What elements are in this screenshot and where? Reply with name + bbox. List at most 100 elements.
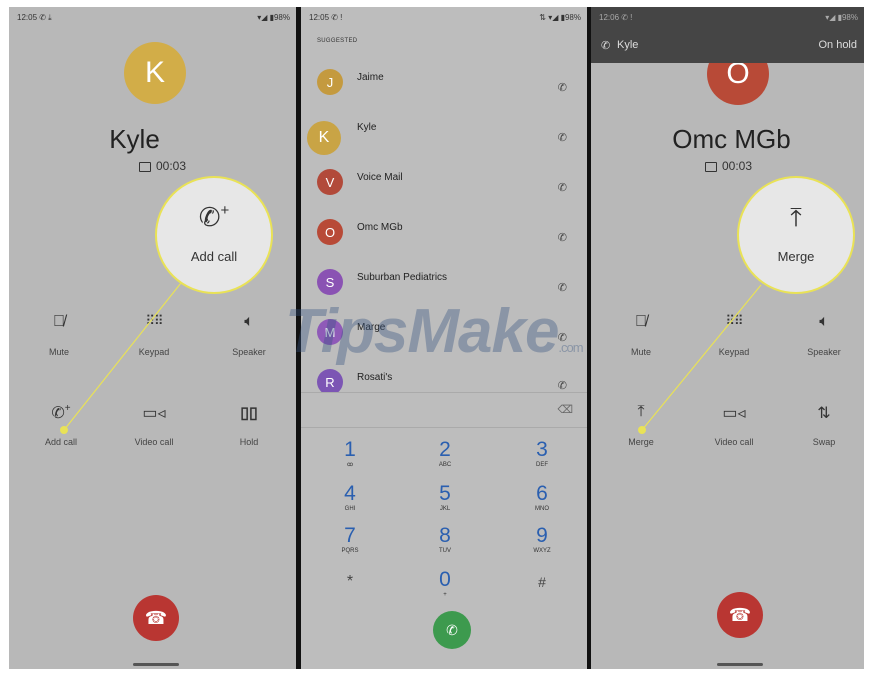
video-call-button[interactable]: ▭◃ Video call bbox=[109, 403, 199, 447]
avatar: V bbox=[317, 169, 343, 195]
video-call-label: Video call bbox=[714, 437, 754, 447]
status-indicators: ▾◢ ▮98% bbox=[825, 13, 858, 22]
avatar-letter: O bbox=[324, 224, 336, 240]
key-hash[interactable]: # bbox=[512, 571, 572, 593]
status-indicators: ▾◢ ▮98% bbox=[257, 13, 290, 22]
swap-button[interactable]: ⇅ Swap bbox=[779, 403, 864, 447]
mute-icon: 🎙̸ bbox=[53, 313, 65, 330]
avatar-letter: V bbox=[325, 174, 335, 190]
caller-name: Kyle bbox=[109, 124, 160, 154]
phone-icon[interactable]: ✆ bbox=[558, 131, 567, 144]
key-7[interactable]: 7 PQRS bbox=[320, 525, 380, 555]
speaker-button[interactable]: 🔈︎ Speaker bbox=[779, 313, 864, 357]
key-3[interactable]: 3 DEF bbox=[512, 439, 572, 469]
avatar: J bbox=[317, 69, 343, 95]
avatar-letter: K bbox=[318, 129, 330, 146]
key-digit: 0 bbox=[439, 568, 451, 591]
phone-icon[interactable]: ✆ bbox=[558, 379, 567, 392]
avatar: O bbox=[317, 219, 343, 245]
call-button[interactable]: ✆ bbox=[433, 611, 471, 649]
highlight-dot bbox=[638, 426, 646, 434]
on-hold-bar[interactable]: ✆ Kyle On hold bbox=[591, 27, 864, 63]
backspace-icon[interactable]: ⌫ bbox=[557, 403, 573, 416]
avatar: K bbox=[124, 42, 186, 104]
contact-row-voice-mail[interactable]: V Voice Mail ✆ bbox=[301, 169, 587, 219]
key-letters: ꝏ bbox=[346, 462, 354, 468]
home-indicator bbox=[133, 663, 179, 666]
dialpad-divider bbox=[301, 427, 587, 428]
key-star[interactable]: * bbox=[320, 571, 380, 593]
video-call-icon: ▭◃ bbox=[722, 405, 746, 422]
status-time: 12:06 ✆ ! bbox=[599, 13, 633, 22]
key-5[interactable]: 5 JKL bbox=[415, 483, 475, 513]
hold-status: On hold bbox=[818, 39, 857, 51]
call-timer-value: 00:03 bbox=[155, 159, 187, 173]
keypad-button[interactable]: ⠿⠿ Keypad bbox=[689, 313, 779, 357]
key-8[interactable]: 8 TUV bbox=[415, 525, 475, 555]
status-bar: 12:05 ✆ ⤓ ▾◢ ▮98% bbox=[9, 7, 296, 27]
keypad-button[interactable]: ⠿⠿ Keypad bbox=[109, 313, 199, 357]
merge-button[interactable]: ⤒ Merge bbox=[596, 403, 686, 447]
phone-icon[interactable]: ✆ bbox=[558, 231, 567, 244]
hold-button[interactable]: ▯▯ Hold bbox=[204, 403, 294, 447]
key-letters: GHI bbox=[344, 506, 356, 512]
video-call-icon: ▭◃ bbox=[142, 405, 166, 422]
contact-row-rosatis[interactable]: R Rosati's ✆ bbox=[301, 369, 587, 393]
contact-name: Voice Mail bbox=[357, 172, 403, 183]
add-call-label: Add call bbox=[44, 437, 78, 447]
sim-icon bbox=[704, 161, 717, 172]
key-letters: TUV bbox=[439, 548, 451, 554]
callout-label: Add call bbox=[190, 249, 238, 264]
hold-label: Hold bbox=[239, 437, 259, 447]
contact-row-omc-mgb[interactable]: O Omc MGb ✆ bbox=[301, 219, 587, 269]
add-call-callout: ✆+ Add call bbox=[155, 176, 273, 294]
avatar-letter: S bbox=[325, 274, 335, 290]
key-2[interactable]: 2 ABC bbox=[415, 439, 475, 469]
held-caller-name: Kyle bbox=[617, 39, 639, 51]
contact-name: Jaime bbox=[357, 72, 384, 83]
keypad-label: Keypad bbox=[138, 347, 170, 357]
key-digit: 2 bbox=[439, 438, 451, 461]
key-0[interactable]: 0 + bbox=[415, 569, 475, 599]
key-6[interactable]: 6 MNO bbox=[512, 483, 572, 513]
contact-row-kyle[interactable]: K Kyle ✆ bbox=[301, 119, 587, 169]
merge-label: Merge bbox=[628, 437, 654, 447]
avatar-letter: K bbox=[144, 56, 165, 89]
avatar-letter: R bbox=[325, 374, 335, 390]
end-call-button[interactable]: ☎ bbox=[133, 595, 179, 641]
phone-icon[interactable]: ✆ bbox=[558, 81, 567, 94]
mute-button[interactable]: 🎙̸ Mute bbox=[14, 313, 104, 357]
call-timer: 00:03 bbox=[593, 159, 864, 173]
end-call-button[interactable]: ☎ bbox=[717, 592, 763, 638]
contact-row-jaime[interactable]: J Jaime ✆ bbox=[301, 69, 587, 119]
key-digit: 5 bbox=[439, 482, 451, 505]
avatar: R bbox=[317, 369, 343, 393]
speaker-label: Speaker bbox=[232, 347, 266, 357]
mute-label: Mute bbox=[630, 347, 651, 357]
contact-name: Rosati's bbox=[357, 372, 393, 383]
status-time: 12:05 ✆ ! bbox=[309, 13, 343, 22]
key-digit: * bbox=[346, 573, 354, 590]
mute-button[interactable]: 🎙̸ Mute bbox=[596, 313, 686, 357]
hold-icon: ▯▯ bbox=[240, 405, 258, 422]
key-4[interactable]: 4 GHI bbox=[320, 483, 380, 513]
key-digit: 1 bbox=[344, 438, 356, 461]
key-letters: DEF bbox=[536, 462, 548, 468]
contact-name: Suburban Pediatrics bbox=[357, 272, 448, 283]
key-1[interactable]: 1ꝏ bbox=[320, 439, 380, 469]
video-call-button[interactable]: ▭◃ Video call bbox=[689, 403, 779, 447]
status-bar: 12:05 ✆ ! ⇅ ▾◢ ▮98% bbox=[301, 7, 587, 27]
add-call-button[interactable]: ✆+ Add call bbox=[16, 403, 106, 447]
call-icon: ✆ bbox=[601, 40, 611, 52]
speaker-icon: 🔈︎ bbox=[244, 313, 254, 330]
speaker-button[interactable]: 🔈︎ Speaker bbox=[204, 313, 294, 357]
contact-name: Kyle bbox=[357, 122, 377, 133]
keypad-label: Keypad bbox=[718, 347, 750, 357]
status-indicators: ⇅ ▾◢ ▮98% bbox=[539, 13, 581, 22]
phone-icon[interactable]: ✆ bbox=[558, 281, 567, 294]
key-9[interactable]: 9 WXYZ bbox=[512, 525, 572, 555]
key-digit: # bbox=[538, 574, 546, 590]
phone-icon[interactable]: ✆ bbox=[558, 181, 567, 194]
highlight-dot bbox=[60, 426, 68, 434]
add-call-icon: ✆+ bbox=[51, 403, 71, 422]
